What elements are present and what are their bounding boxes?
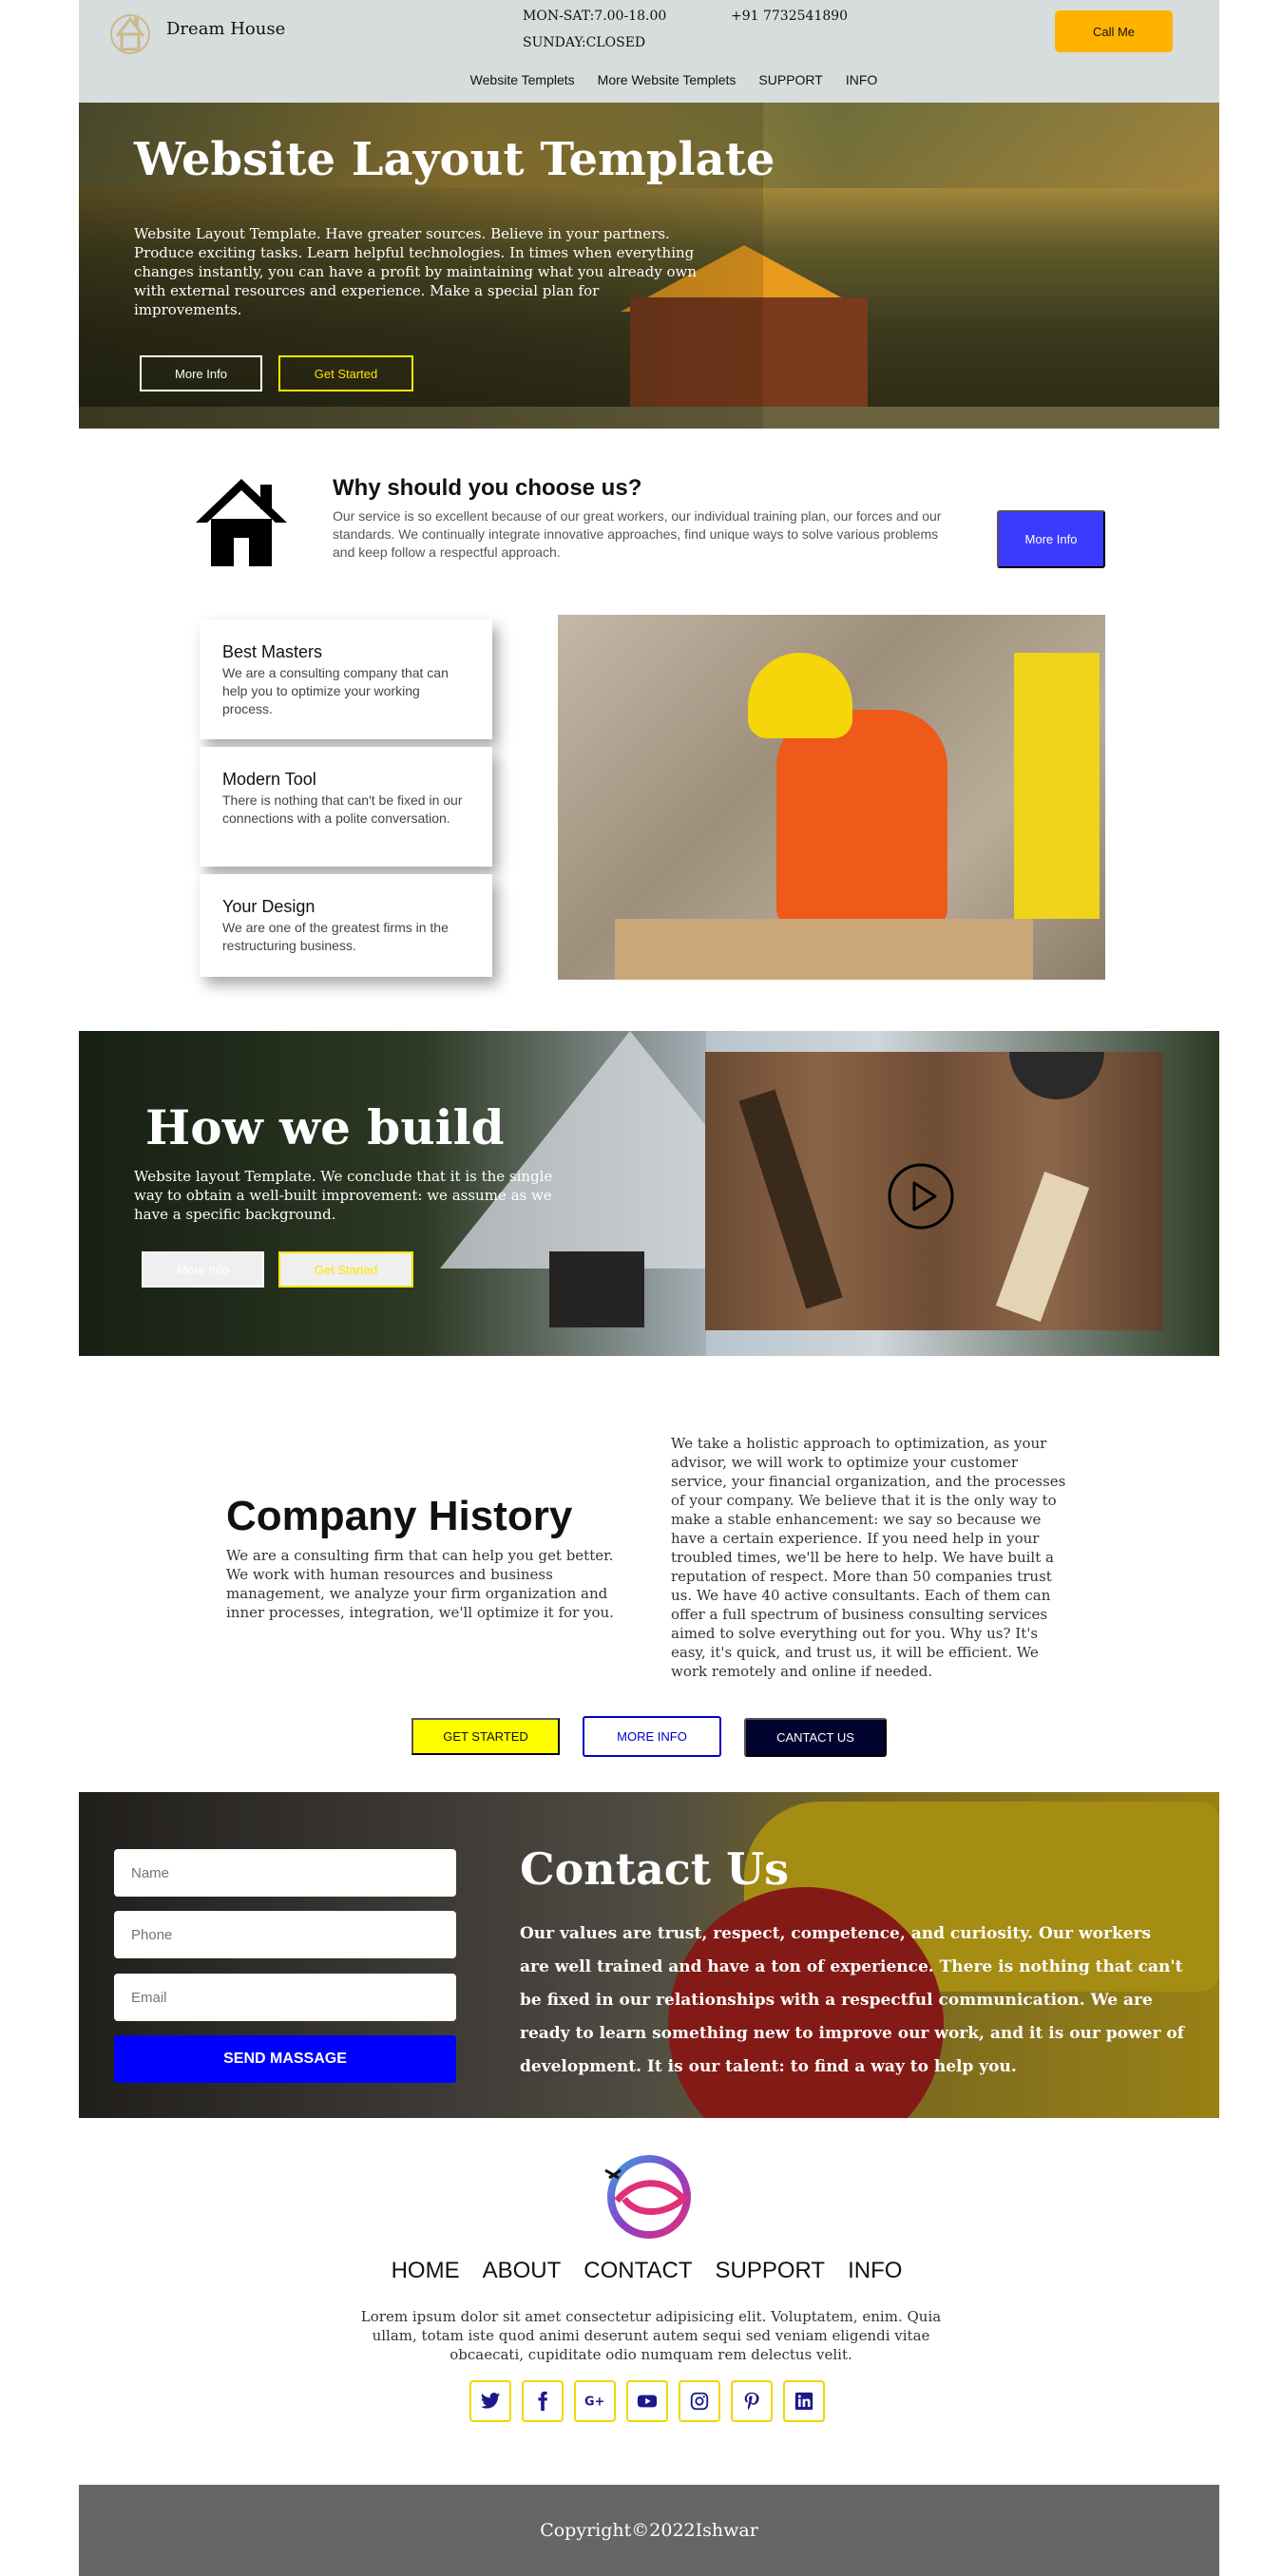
house-logo-icon[interactable] xyxy=(107,8,153,57)
tools-video-thumbnail[interactable] xyxy=(705,1052,1163,1330)
main-nav: Website Templets More Website Templets S… xyxy=(79,72,1219,87)
hero-title: Website Layout Template xyxy=(134,133,775,186)
nav-info[interactable]: INFO xyxy=(846,72,877,87)
pallet-shape xyxy=(615,919,1033,980)
footer-nav-about[interactable]: ABOUT xyxy=(483,2258,562,2284)
send-message-button[interactable]: SEND MASSAGE xyxy=(114,2035,456,2083)
hero-more-info-button[interactable]: More Info xyxy=(140,355,262,391)
google-plus-icon: G+ xyxy=(584,2395,604,2410)
worker-shape xyxy=(776,710,947,928)
contact-section: SEND MASSAGE Contact Us Our values are t… xyxy=(79,1792,1219,2118)
build-get-started-button[interactable]: Get Started xyxy=(278,1251,413,1288)
facebook-link[interactable] xyxy=(522,2380,564,2422)
hero-section: Website Layout Template Website Layout T… xyxy=(79,103,1219,429)
contact-us-button[interactable]: CANTACT US xyxy=(744,1718,887,1757)
footer-nav-contact[interactable]: CONTACT xyxy=(584,2258,692,2284)
instagram-link[interactable] xyxy=(679,2380,720,2422)
how-we-build-section: How we build Website layout Template. We… xyxy=(79,1031,1219,1356)
brand-swirl-logo-icon[interactable] xyxy=(598,2149,697,2244)
google-plus-link[interactable]: G+ xyxy=(574,2380,616,2422)
email-field[interactable] xyxy=(114,1974,456,2021)
feature-card-modern-tool: Modern Tool There is nothing that can't … xyxy=(200,747,492,867)
why-title: Why should you choose us? xyxy=(333,475,642,501)
site-header: Dream House MON-SAT:7.00-18.00 SUNDAY:CL… xyxy=(79,0,1219,103)
contact-text: Our values are trust, respect, competenc… xyxy=(520,1924,1184,2076)
feature-card-your-design: Your Design We are one of the greatest f… xyxy=(200,874,492,977)
footer-text: Lorem ipsum dolor sit amet consectetur a… xyxy=(360,2308,942,2363)
play-icon[interactable] xyxy=(887,1162,955,1231)
facebook-icon xyxy=(538,2391,548,2412)
phone-number: +91 7732541890 xyxy=(731,9,849,24)
name-field[interactable] xyxy=(114,1849,456,1897)
linkedin-icon xyxy=(794,2392,813,2411)
more-info-button[interactable]: MORE INFO xyxy=(583,1716,721,1757)
nav-website-templets[interactable]: Website Templets xyxy=(470,72,575,87)
social-links: G+ xyxy=(469,2380,825,2422)
hero-get-started-button[interactable]: Get Started xyxy=(278,355,413,391)
copyright-bar: Copyright©2022Ishwar xyxy=(79,2485,1219,2576)
why-more-info-button[interactable]: More Info xyxy=(997,510,1105,568)
svg-text:G+: G+ xyxy=(584,2395,604,2410)
why-text: Our service is so excellent because of o… xyxy=(333,508,942,560)
hammer-shape xyxy=(738,1089,843,1309)
feature-text: We are a consulting company that can hel… xyxy=(222,665,449,716)
twitter-link[interactable] xyxy=(469,2380,511,2422)
house-icon xyxy=(196,479,287,566)
build-text: Website layout Template. We conclude tha… xyxy=(134,1168,553,1223)
pinterest-link[interactable] xyxy=(731,2380,773,2422)
copyright-text: Copyright©2022Ishwar xyxy=(540,2520,758,2541)
hours-weekday: MON-SAT:7.00-18.00 xyxy=(523,9,667,24)
feature-title: Your Design xyxy=(222,897,316,916)
brand-name[interactable]: Dream House xyxy=(166,19,285,39)
feature-text: We are one of the greatest firms in the … xyxy=(222,920,449,953)
instagram-icon xyxy=(690,2392,709,2411)
brush-shape xyxy=(995,1171,1090,1323)
twitter-icon xyxy=(480,2393,501,2409)
helmet-shape xyxy=(748,653,852,738)
get-started-button[interactable]: GET STARTED xyxy=(411,1718,560,1755)
feature-card-best-masters: Best Masters We are a consulting company… xyxy=(200,620,492,739)
history-right-text: We take a holistic approach to optimizat… xyxy=(671,1435,1066,1680)
build-title: How we build xyxy=(145,1099,505,1155)
footer-nav-support[interactable]: SUPPORT xyxy=(715,2258,825,2284)
history-left-text: We are a consulting firm that can help y… xyxy=(226,1547,614,1621)
contact-title: Contact Us xyxy=(520,1843,790,1895)
pinterest-icon xyxy=(744,2392,759,2411)
call-me-button[interactable]: Call Me xyxy=(1055,10,1173,52)
feature-text: There is nothing that can't be fixed in … xyxy=(222,792,463,826)
feature-title: Modern Tool xyxy=(222,770,316,789)
feature-title: Best Masters xyxy=(222,642,323,661)
paint-can-shape xyxy=(1009,1052,1104,1099)
forklift-shape xyxy=(1014,653,1100,919)
footer-nav-home[interactable]: HOME xyxy=(392,2258,460,2284)
footer-nav-info[interactable]: INFO xyxy=(848,2258,902,2284)
history-title: Company History xyxy=(226,1493,573,1539)
footer-nav: HOME ABOUT CONTACT SUPPORT INFO xyxy=(0,2258,1282,2284)
youtube-icon xyxy=(637,2395,658,2408)
hero-text: Website Layout Template. Have greater so… xyxy=(134,225,697,318)
nav-more-website-templets[interactable]: More Website Templets xyxy=(598,72,737,87)
nav-support[interactable]: SUPPORT xyxy=(758,72,822,87)
youtube-link[interactable] xyxy=(626,2380,668,2422)
build-more-info-button[interactable]: More Info xyxy=(142,1251,264,1288)
worker-photo xyxy=(558,615,1105,980)
phone-field[interactable] xyxy=(114,1911,456,1958)
hours-sunday: SUNDAY:CLOSED xyxy=(523,35,646,50)
linkedin-link[interactable] xyxy=(783,2380,825,2422)
